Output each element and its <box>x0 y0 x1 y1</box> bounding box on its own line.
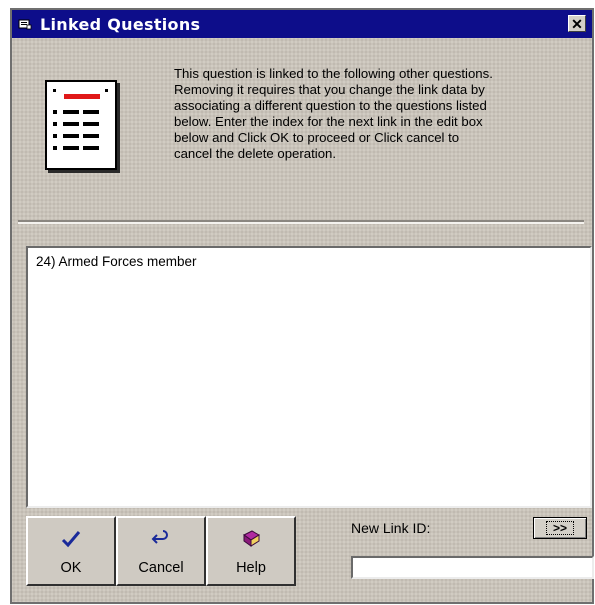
next-link-button[interactable]: >> <box>533 517 587 539</box>
new-link-id-input[interactable] <box>351 556 594 579</box>
title-bar[interactable]: Linked Questions ✕ <box>12 10 592 38</box>
help-button-label: Help <box>236 560 266 576</box>
ok-button-label: OK <box>60 560 82 576</box>
window-title: Linked Questions <box>40 14 201 34</box>
separator <box>18 220 584 224</box>
app-icon <box>18 17 34 31</box>
linked-list-icon <box>45 80 117 170</box>
double-arrow-icon: >> <box>545 521 574 535</box>
linked-questions-list[interactable]: 24) Armed Forces member <box>26 246 592 508</box>
cancel-button[interactable]: Cancel <box>116 516 206 586</box>
close-button[interactable]: ✕ <box>568 15 586 32</box>
undo-icon <box>151 528 171 550</box>
linked-questions-dialog: Linked Questions ✕ This question is link… <box>10 8 594 604</box>
checkmark-icon <box>60 528 82 550</box>
list-item[interactable]: 24) Armed Forces member <box>28 248 590 269</box>
ok-button[interactable]: OK <box>26 516 116 586</box>
new-link-id-label: New Link ID: <box>351 520 431 536</box>
info-message: This question is linked to the following… <box>174 66 493 161</box>
close-icon: ✕ <box>571 15 583 32</box>
help-book-icon <box>240 528 262 550</box>
cancel-button-label: Cancel <box>138 560 184 576</box>
help-button[interactable]: Help <box>206 516 296 586</box>
